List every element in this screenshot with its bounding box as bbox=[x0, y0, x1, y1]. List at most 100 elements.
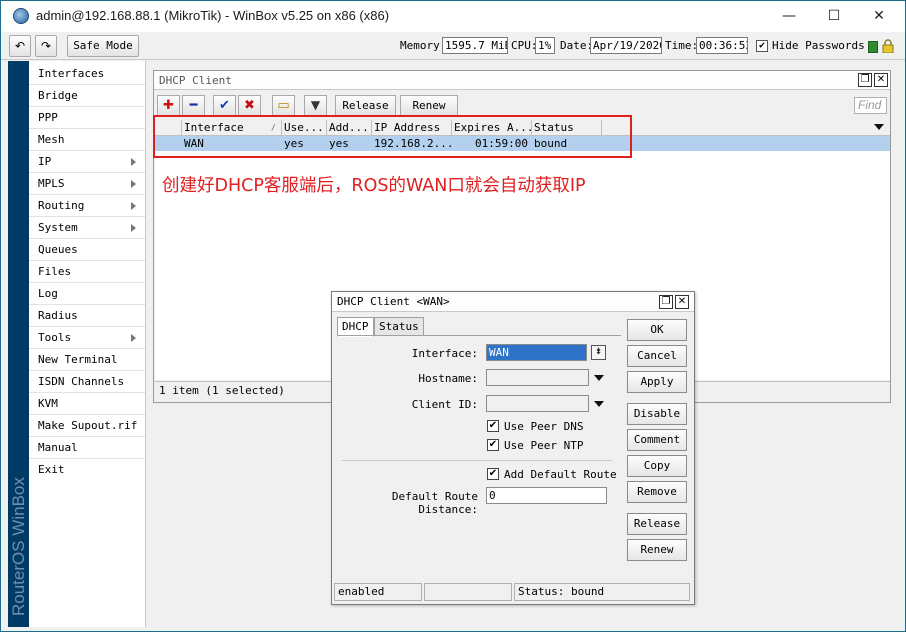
disable-button[interactable]: Disable bbox=[627, 403, 687, 425]
undo-icon: ↶ bbox=[14, 39, 26, 53]
menu-item-label: Exit bbox=[38, 463, 65, 476]
default-route-distance-input[interactable]: 0 bbox=[486, 487, 607, 504]
client-id-dropdown-icon[interactable] bbox=[594, 401, 604, 407]
close-button[interactable]: ✕ bbox=[856, 1, 902, 32]
maximize-button[interactable]: ☐ bbox=[811, 1, 857, 32]
apply-button[interactable]: Apply bbox=[627, 371, 687, 393]
find-input[interactable]: Find bbox=[854, 97, 887, 114]
window-title: admin@192.168.88.1 (MikroTik) - WinBox v… bbox=[36, 8, 390, 23]
dialog-close-button[interactable]: ✕ bbox=[675, 295, 689, 309]
menu-item-exit[interactable]: Exit bbox=[29, 459, 145, 481]
client-id-label: Client ID: bbox=[411, 398, 478, 411]
menu-item-label: Interfaces bbox=[38, 67, 105, 80]
comment-button[interactable]: ▭ bbox=[272, 95, 295, 116]
release-button[interactable]: Release bbox=[627, 513, 687, 535]
menu-item-tools[interactable]: Tools bbox=[29, 327, 145, 349]
date-label: Date: bbox=[560, 39, 594, 52]
hostname-dropdown-icon[interactable] bbox=[594, 375, 604, 381]
hostname-input[interactable] bbox=[486, 369, 589, 386]
add-button[interactable]: ✚ bbox=[157, 95, 180, 116]
tab-status[interactable]: Status bbox=[374, 317, 424, 336]
release-button[interactable]: Release bbox=[335, 95, 396, 116]
redo-button[interactable]: ↷ bbox=[35, 35, 57, 57]
use-peer-ntp-checkbox[interactable]: ✔ bbox=[487, 439, 499, 451]
menu-item-label: PPP bbox=[38, 111, 58, 124]
copy-button[interactable]: Copy bbox=[627, 455, 687, 477]
filter-button[interactable]: ▼ bbox=[304, 95, 327, 116]
menu-item-label: Queues bbox=[38, 243, 78, 256]
menu-item-label: Manual bbox=[38, 441, 78, 454]
menu-item-label: ISDN Channels bbox=[38, 375, 125, 388]
menu-item-new-terminal[interactable]: New Terminal bbox=[29, 349, 145, 371]
check-icon: ✔ bbox=[219, 98, 230, 113]
menu-item-ip[interactable]: IP bbox=[29, 151, 145, 173]
cancel-button[interactable]: Cancel bbox=[627, 345, 687, 367]
lock-icon bbox=[882, 39, 894, 54]
menu-item-isdn-channels[interactable]: ISDN Channels bbox=[29, 371, 145, 393]
annotation-text: 创建好DHCP客服端后，ROS的WAN口就会自动获取IP bbox=[162, 176, 586, 196]
menu-item-ppp[interactable]: PPP bbox=[29, 107, 145, 129]
minimize-button[interactable]: — bbox=[766, 1, 812, 32]
comment-button[interactable]: Comment bbox=[627, 429, 687, 451]
safe-mode-button[interactable]: Safe Mode bbox=[67, 35, 139, 57]
menu-item-mesh[interactable]: Mesh bbox=[29, 129, 145, 151]
brand-text: RouterOS WinBox bbox=[9, 477, 28, 616]
use-peer-ntp-label: Use Peer NTP bbox=[504, 439, 584, 452]
menu-item-label: New Terminal bbox=[38, 353, 118, 366]
menu-item-make-supout[interactable]: Make Supout.rif bbox=[29, 415, 145, 437]
time-label: Time: bbox=[665, 39, 699, 52]
menu-item-label: MPLS bbox=[38, 177, 65, 190]
menu-item-label: Mesh bbox=[38, 133, 65, 146]
menu-item-interfaces[interactable]: Interfaces bbox=[29, 63, 145, 85]
winbox-window: admin@192.168.88.1 (MikroTik) - WinBox v… bbox=[0, 0, 906, 632]
title-bar: admin@192.168.88.1 (MikroTik) - WinBox v… bbox=[1, 1, 905, 32]
menu-item-label: Files bbox=[38, 265, 72, 278]
menu-item-log[interactable]: Log bbox=[29, 283, 145, 305]
tab-dhcp[interactable]: DHCP bbox=[337, 317, 374, 337]
remove-button[interactable]: ━ bbox=[182, 95, 205, 116]
window-restore-button[interactable]: ❐ bbox=[858, 73, 872, 87]
redo-icon: ↷ bbox=[40, 39, 52, 53]
window-close-button[interactable]: ✕ bbox=[874, 73, 888, 87]
undo-button[interactable]: ↶ bbox=[9, 35, 31, 57]
dhcp-client-window-title: DHCP Client bbox=[154, 71, 890, 90]
renew-button[interactable]: Renew bbox=[627, 539, 687, 561]
menu-item-system[interactable]: System bbox=[29, 217, 145, 239]
main-menu: Interfaces Bridge PPP Mesh IP MPLS Routi… bbox=[29, 61, 146, 627]
enable-button[interactable]: ✔ bbox=[213, 95, 236, 116]
column-chooser-dropdown-icon[interactable] bbox=[874, 124, 884, 130]
menu-item-label: Tools bbox=[38, 331, 72, 344]
menu-item-mpls[interactable]: MPLS bbox=[29, 173, 145, 195]
dialog-status-middle bbox=[424, 583, 512, 601]
client-id-input[interactable] bbox=[486, 395, 589, 412]
menu-item-kvm[interactable]: KVM bbox=[29, 393, 145, 415]
submenu-arrow-icon bbox=[131, 224, 136, 232]
disable-button[interactable]: ✖ bbox=[238, 95, 261, 116]
menu-item-bridge[interactable]: Bridge bbox=[29, 85, 145, 107]
interface-dropdown-button[interactable]: ⇟ bbox=[591, 345, 606, 360]
menu-item-queues[interactable]: Queues bbox=[29, 239, 145, 261]
cpu-value: 1% bbox=[535, 37, 555, 54]
dialog-restore-button[interactable]: ❐ bbox=[659, 295, 673, 309]
ok-button[interactable]: OK bbox=[627, 319, 687, 341]
cpu-label: CPU: bbox=[511, 39, 538, 52]
use-peer-dns-label: Use Peer DNS bbox=[504, 420, 584, 433]
menu-item-routing[interactable]: Routing bbox=[29, 195, 145, 217]
submenu-arrow-icon bbox=[131, 180, 136, 188]
submenu-arrow-icon bbox=[131, 334, 136, 342]
interface-label: Interface: bbox=[411, 347, 478, 360]
menu-item-radius[interactable]: Radius bbox=[29, 305, 145, 327]
menu-item-label: System bbox=[38, 221, 78, 234]
hide-passwords-checkbox[interactable]: ✔ bbox=[756, 40, 768, 52]
dhcp-client-dialog: DHCP Client <WAN> ❐ ✕ DHCP Status Interf… bbox=[331, 291, 695, 605]
comment-icon: ▭ bbox=[277, 98, 290, 113]
add-default-route-checkbox[interactable]: ✔ bbox=[487, 468, 499, 480]
menu-item-manual[interactable]: Manual bbox=[29, 437, 145, 459]
interface-select[interactable]: WAN bbox=[486, 344, 587, 361]
remove-button[interactable]: Remove bbox=[627, 481, 687, 503]
memory-value: 1595.7 MiB bbox=[442, 37, 508, 54]
renew-button[interactable]: Renew bbox=[400, 95, 458, 116]
menu-item-label: KVM bbox=[38, 397, 58, 410]
use-peer-dns-checkbox[interactable]: ✔ bbox=[487, 420, 499, 432]
menu-item-files[interactable]: Files bbox=[29, 261, 145, 283]
